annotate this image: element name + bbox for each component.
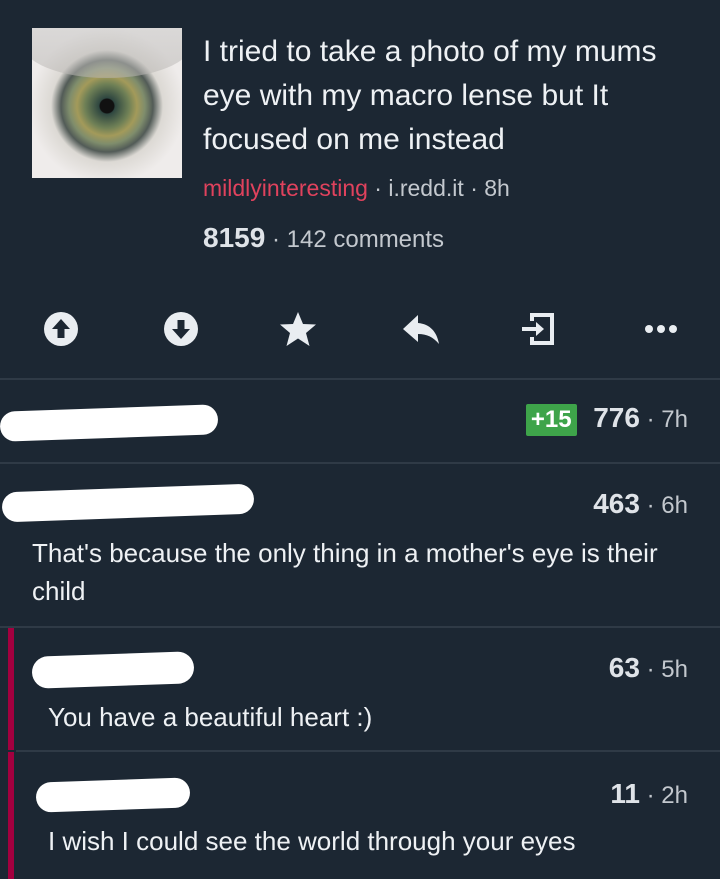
comment-age: 2h (661, 782, 688, 809)
separator: · (646, 782, 662, 809)
reply-button[interactable] (396, 304, 446, 354)
upvote-icon (44, 312, 78, 346)
comment-score: 463 (593, 488, 640, 519)
comment-reply[interactable]: 11 · 2h I wish I could see the world thr… (0, 752, 720, 879)
comment-score-line: 463 · 6h (593, 488, 688, 520)
redacted-username (31, 651, 195, 689)
redacted-username (35, 777, 191, 813)
post-meta: mildlyinteresting · i.redd.it · 8h (203, 175, 510, 202)
separator: · (646, 406, 662, 433)
comment-score-line: 63 · 5h (609, 652, 688, 684)
separator: · (646, 656, 662, 683)
downvote-button[interactable] (156, 304, 206, 354)
thumbnail-eyelid (32, 28, 182, 78)
action-bar (0, 304, 720, 354)
reply-icon (403, 315, 439, 344)
post-thumbnail[interactable] (32, 28, 182, 178)
separator: · (470, 175, 485, 201)
comment-age: 7h (661, 406, 688, 433)
separator: · (374, 175, 389, 201)
comment[interactable]: 463 · 6h That's because the only thing i… (0, 464, 720, 626)
subreddit-link[interactable]: mildlyinteresting (203, 175, 368, 201)
redacted-username (0, 404, 219, 442)
post-age: 8h (484, 175, 510, 201)
downvote-icon (164, 312, 198, 346)
comment-body: You have a beautiful heart :) (48, 702, 373, 732)
share-button[interactable] (513, 304, 563, 354)
comment-body: That's because the only thing in a mothe… (32, 538, 658, 606)
star-icon (280, 312, 316, 346)
comment-reply[interactable]: 63 · 5h You have a beautiful heart :) (0, 628, 720, 750)
post-header: I tried to take a photo of my mums eye w… (0, 0, 720, 380)
separator: · (271, 226, 287, 253)
comment-score-line: 11 · 2h (610, 778, 688, 810)
comment-age: 5h (661, 656, 688, 683)
comment-score: 63 (608, 652, 640, 683)
share-icon (522, 313, 554, 345)
more-button[interactable] (636, 304, 686, 354)
save-button[interactable] (273, 304, 323, 354)
comment-age: 6h (661, 492, 688, 519)
gilded-badge: +15 (525, 404, 577, 436)
more-icon (645, 325, 677, 333)
separator: · (646, 492, 662, 519)
post-domain[interactable]: i.redd.it (388, 175, 463, 201)
redacted-username (1, 483, 255, 523)
comment-score: 11 (610, 778, 640, 809)
comment-score-line: +15 776 · 7h (525, 402, 688, 436)
comment-count[interactable]: 142 comments (287, 226, 444, 253)
upvote-button[interactable] (36, 304, 86, 354)
comment-collapsed[interactable]: +15 776 · 7h (0, 380, 720, 462)
post-title[interactable]: I tried to take a photo of my mums eye w… (203, 30, 703, 162)
post-stats: 8159 · 142 comments (203, 222, 444, 254)
comment-body: I wish I could see the world through you… (48, 826, 576, 856)
comment-score: 776 (593, 402, 640, 433)
post-score: 8159 (203, 222, 266, 253)
